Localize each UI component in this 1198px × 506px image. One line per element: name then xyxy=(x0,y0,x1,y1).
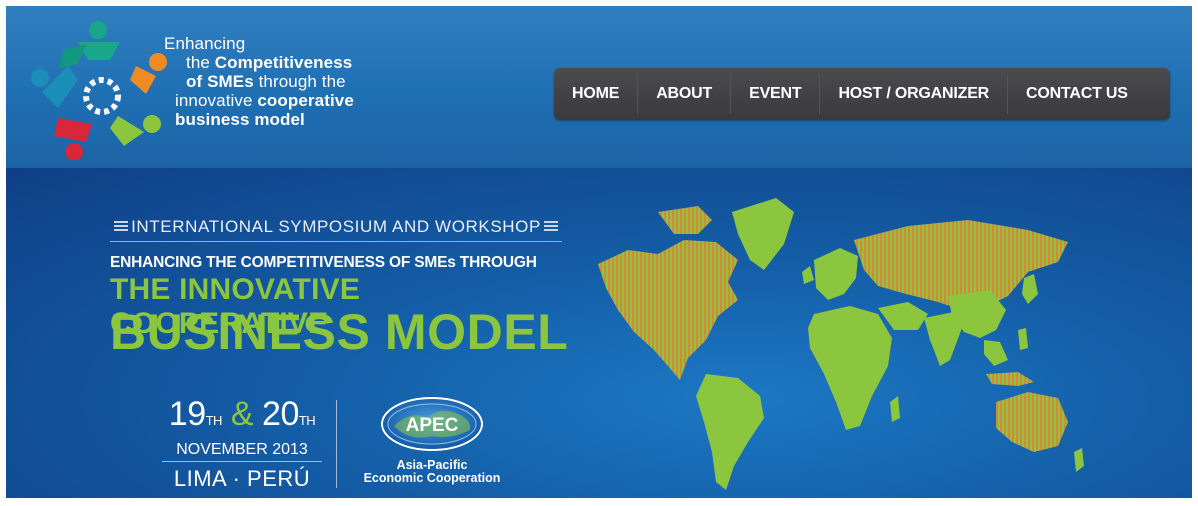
decorative-bars-icon xyxy=(543,220,558,233)
decorative-bars-icon xyxy=(114,220,129,233)
site-header: Enhancing the Competitiveness of SMEs th… xyxy=(6,6,1192,168)
vertical-divider xyxy=(336,400,337,488)
site-tagline: Enhancing the Competitiveness of SMEs th… xyxy=(164,34,354,129)
tagline-line: Enhancing xyxy=(164,34,246,53)
nav-item-contact-us[interactable]: CONTACT US xyxy=(1008,68,1146,120)
event-location: LIMA · PERÚ xyxy=(173,466,311,491)
event-subtitle: ENHANCING THE COMPETITIVENESS OF SMEs TH… xyxy=(110,254,537,271)
apec-logo-text: APEC xyxy=(406,415,459,436)
cooperative-people-logo[interactable] xyxy=(28,20,178,160)
apec-logo-block: APEC Asia-Pacific Economic Cooperation xyxy=(352,396,512,485)
world-map-image xyxy=(598,198,1084,490)
event-month: NOVEMBER 2013 xyxy=(162,441,322,462)
event-headline-line2: BUSINESS MODEL xyxy=(110,304,569,360)
tagline-line: of SMEs through the xyxy=(186,72,346,91)
nav-item-event[interactable]: EVENT xyxy=(731,68,819,120)
nav-item-home[interactable]: HOME xyxy=(554,68,637,120)
tagline-line: innovative cooperative xyxy=(175,91,354,110)
apec-globe-icon: APEC xyxy=(381,397,483,451)
hero-banner: INTERNATIONAL SYMPOSIUM AND WORKSHOP ENH… xyxy=(6,168,1192,498)
tagline-line: the Competitiveness xyxy=(186,53,353,72)
main-nav: HOME ABOUT EVENT HOST / ORGANIZER CONTAC… xyxy=(554,68,1170,120)
tagline-line: business model xyxy=(175,110,305,129)
event-dates: 19TH & 20TH xyxy=(168,395,316,433)
nav-item-about[interactable]: ABOUT xyxy=(638,68,730,120)
apec-name: Asia-Pacific Economic Cooperation xyxy=(363,458,501,485)
event-type-label: INTERNATIONAL SYMPOSIUM AND WORKSHOP xyxy=(110,212,562,242)
nav-item-host-organizer[interactable]: HOST / ORGANIZER xyxy=(820,68,1007,120)
event-date-block: 19TH & 20TH NOVEMBER 2013 LIMA · PERÚ xyxy=(162,396,322,492)
event-type-text: INTERNATIONAL SYMPOSIUM AND WORKSHOP xyxy=(131,216,541,236)
